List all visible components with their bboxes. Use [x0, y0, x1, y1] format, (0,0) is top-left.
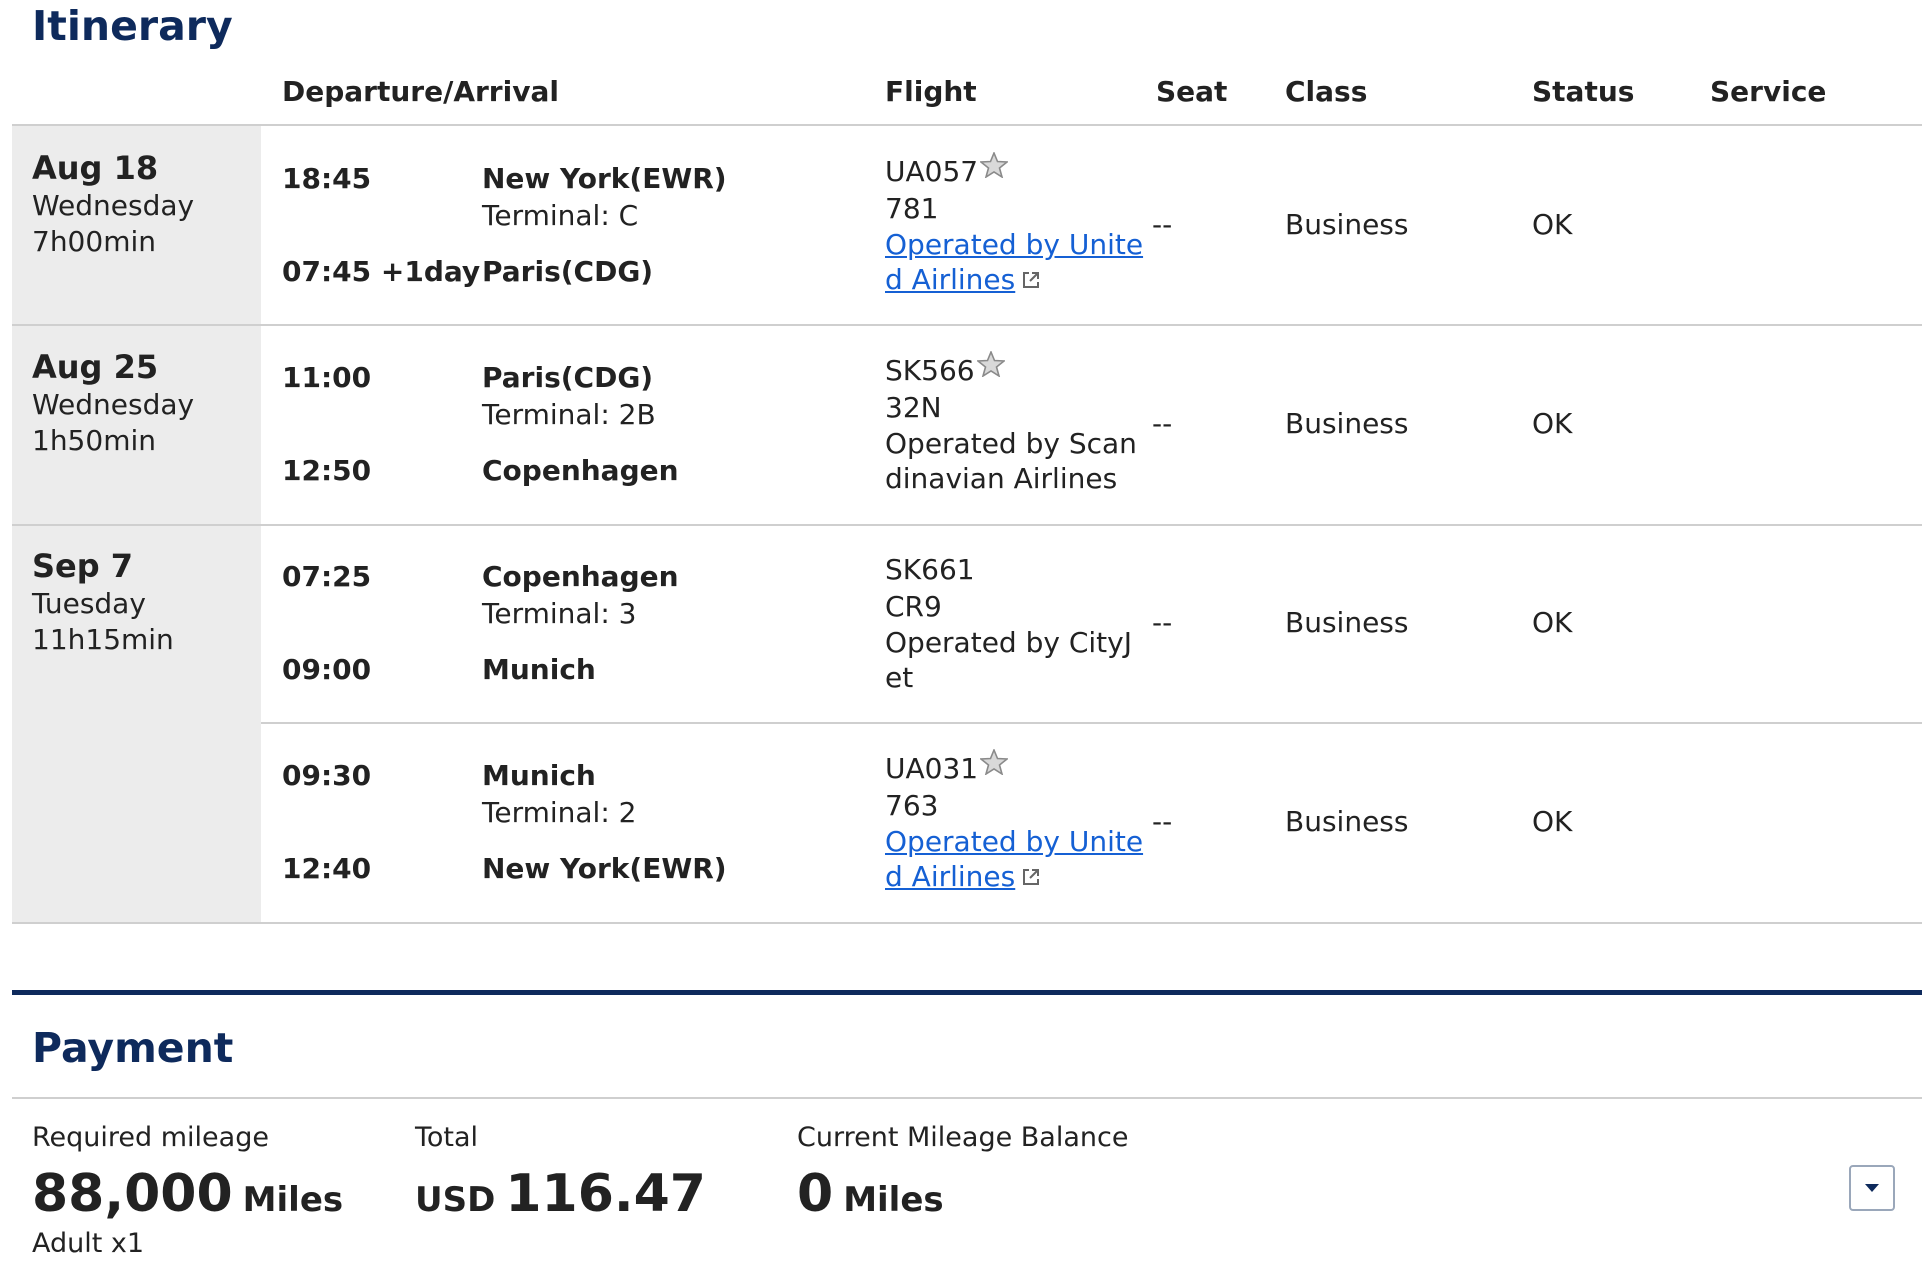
- operated-by-link[interactable]: Operated by Unite: [885, 231, 1143, 259]
- required-mileage-unit: Miles: [242, 1180, 344, 1220]
- total-value: 116.47: [505, 1164, 706, 1224]
- departure-time: 09:30: [282, 759, 372, 792]
- row-divider: [261, 722, 1922, 724]
- chevron-down-icon: [1865, 1184, 1879, 1192]
- day-duration: 11h15min: [32, 623, 174, 656]
- total-label: Total: [415, 1122, 479, 1153]
- itinerary-title: Itinerary: [32, 2, 233, 50]
- balance-label: Current Mileage Balance: [797, 1122, 1129, 1153]
- section-divider: [12, 990, 1922, 995]
- header-divider: [12, 124, 1922, 126]
- balance-value: 0: [797, 1164, 834, 1224]
- day-duration: 1h50min: [32, 424, 156, 457]
- arrival-city: New York(EWR): [482, 852, 727, 885]
- operated-by-link[interactable]: Operated by Unite: [885, 828, 1143, 856]
- departure-city: Paris(CDG): [482, 361, 654, 394]
- operated-by-text: Operated by Scan: [885, 427, 1137, 460]
- header-seat: Seat: [1156, 75, 1228, 108]
- row-divider: [12, 922, 1922, 924]
- departure-time: 18:45: [282, 162, 372, 195]
- header-class: Class: [1285, 75, 1368, 108]
- departure-time: 11:00: [282, 361, 372, 394]
- date-cell-3: [12, 526, 261, 922]
- external-link-icon: [1021, 267, 1041, 295]
- class-value: Business: [1285, 407, 1409, 440]
- status-value: OK: [1532, 208, 1573, 241]
- passenger-count: Adult x1: [32, 1228, 145, 1259]
- day-duration: 7h00min: [32, 225, 156, 258]
- departure-terminal: Terminal: 3: [482, 597, 637, 630]
- departure-city: Copenhagen: [482, 560, 679, 593]
- operated-by-text-line2: dinavian Airlines: [885, 462, 1118, 495]
- seat-value: --: [1152, 208, 1173, 241]
- flight-number: SK661: [885, 553, 975, 586]
- header-service: Service: [1710, 75, 1827, 108]
- class-value: Business: [1285, 805, 1409, 838]
- arrival-city: Copenhagen: [482, 454, 679, 487]
- day-date: Aug 25: [32, 348, 159, 386]
- status-value: OK: [1532, 407, 1573, 440]
- operated-by-link-line2[interactable]: d Airlines: [885, 266, 1041, 295]
- operated-by-text: Operated by CityJ: [885, 626, 1132, 659]
- header-flight: Flight: [885, 75, 977, 108]
- flight-number-text: SK566: [885, 354, 975, 387]
- header-status: Status: [1532, 75, 1635, 108]
- arrival-city: Munich: [482, 653, 596, 686]
- day-date: Aug 18: [32, 149, 159, 187]
- flight-number: UA057: [885, 150, 1010, 188]
- external-link-icon: [1021, 864, 1041, 892]
- total-amount: USD 116.47: [415, 1168, 706, 1220]
- day-weekday: Wednesday: [32, 189, 195, 222]
- star-alliance-icon: [975, 349, 1006, 382]
- aircraft-code: 32N: [885, 391, 942, 424]
- required-mileage-value: 88,000: [32, 1164, 233, 1224]
- payment-title: Payment: [32, 1024, 234, 1072]
- payment-details-toggle-button[interactable]: [1849, 1165, 1895, 1211]
- departure-terminal: Terminal: 2B: [482, 398, 656, 431]
- payment-divider: [12, 1097, 1922, 1099]
- flight-number-text: UA057: [885, 155, 979, 188]
- required-mileage-label: Required mileage: [32, 1122, 269, 1153]
- flight-number: SK566: [885, 349, 1006, 387]
- page: Itinerary Departure/Arrival Flight Seat …: [0, 0, 1930, 1270]
- day-date: Sep 7: [32, 547, 134, 585]
- seat-value: --: [1152, 407, 1173, 440]
- departure-city: New York(EWR): [482, 162, 727, 195]
- seat-value: --: [1152, 805, 1173, 838]
- day-weekday: Wednesday: [32, 388, 195, 421]
- balance-amount: 0 Miles: [797, 1168, 944, 1220]
- departure-time: 07:25: [282, 560, 372, 593]
- status-value: OK: [1532, 606, 1573, 639]
- seat-value: --: [1152, 606, 1173, 639]
- operated-by-link-line2[interactable]: d Airlines: [885, 863, 1041, 892]
- arrival-time: 07:45 +1day: [282, 255, 481, 288]
- class-value: Business: [1285, 208, 1409, 241]
- star-alliance-icon: [978, 150, 1010, 183]
- balance-unit: Miles: [843, 1180, 944, 1220]
- required-mileage-amount: 88,000 Miles: [32, 1168, 343, 1220]
- class-value: Business: [1285, 606, 1409, 639]
- status-value: OK: [1532, 805, 1573, 838]
- departure-city: Munich: [482, 759, 596, 792]
- flight-number: UA031: [885, 747, 1010, 785]
- operated-by-link-text[interactable]: d Airlines: [885, 263, 1015, 296]
- day-weekday: Tuesday: [32, 587, 146, 620]
- arrival-time: 12:50: [282, 454, 372, 487]
- operated-by-link-text[interactable]: d Airlines: [885, 860, 1015, 893]
- aircraft-code: 763: [885, 789, 939, 822]
- arrival-time: 09:00: [282, 653, 372, 686]
- total-currency: USD: [415, 1180, 496, 1220]
- aircraft-code: CR9: [885, 590, 942, 623]
- arrival-time: 12:40: [282, 852, 372, 885]
- aircraft-code: 781: [885, 192, 939, 225]
- row-divider: [12, 524, 1922, 526]
- operated-by-text-line2: et: [885, 661, 914, 694]
- arrival-city: Paris(CDG): [482, 255, 654, 288]
- departure-terminal: Terminal: 2: [482, 796, 637, 829]
- departure-terminal: Terminal: C: [482, 199, 639, 232]
- star-alliance-icon: [978, 747, 1010, 780]
- header-departure-arrival: Departure/Arrival: [282, 75, 559, 108]
- row-divider: [12, 324, 1922, 326]
- flight-number-text: UA031: [885, 752, 979, 785]
